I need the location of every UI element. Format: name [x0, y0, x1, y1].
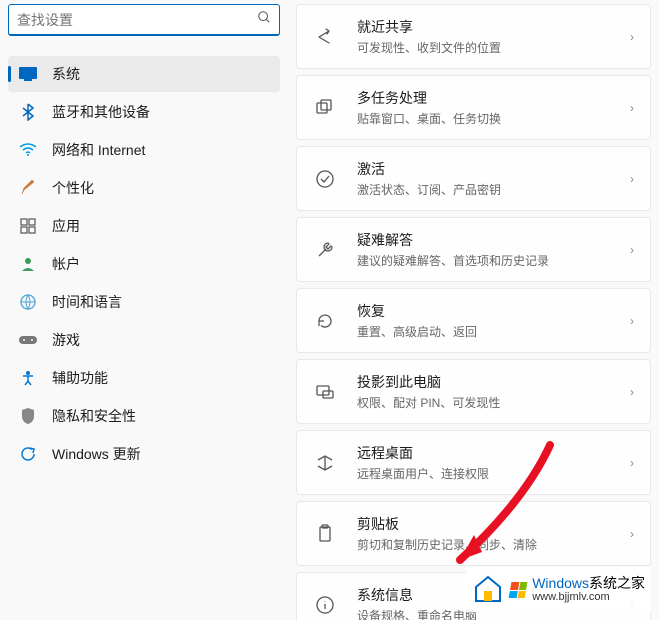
- sidebar-item-label: 游戏: [52, 330, 80, 350]
- setting-projecting[interactable]: 投影到此电脑 权限、配对 PIN、可发现性 ›: [296, 359, 651, 424]
- watermark-brand: Windows系统之家: [532, 576, 645, 591]
- accessibility-icon: [18, 370, 38, 386]
- account-icon: [18, 256, 38, 272]
- chevron-right-icon: ›: [630, 456, 634, 470]
- bluetooth-icon: [18, 103, 38, 121]
- setting-recovery[interactable]: 恢复 重置、高级启动、返回 ›: [296, 288, 651, 353]
- setting-remote-desktop[interactable]: 远程桌面 远程桌面用户、连接权限 ›: [296, 430, 651, 495]
- sidebar: 系统 蓝牙和其他设备 网络和 Internet 个性化 应用: [0, 0, 288, 620]
- setting-troubleshoot[interactable]: 疑难解答 建议的疑难解答、首选项和历史记录 ›: [296, 217, 651, 282]
- watermark: Windows系统之家 www.bjjmlv.com: [466, 567, 651, 612]
- gaming-icon: [18, 334, 38, 346]
- sidebar-item-label: 蓝牙和其他设备: [52, 102, 150, 122]
- sidebar-item-time-language[interactable]: 时间和语言: [8, 284, 280, 320]
- sidebar-item-label: 网络和 Internet: [52, 140, 145, 160]
- wrench-icon: [313, 240, 337, 260]
- setting-title: 多任务处理: [357, 88, 630, 108]
- wifi-icon: [18, 143, 38, 157]
- setting-desc: 剪切和复制历史记录、同步、清除: [357, 536, 630, 553]
- setting-desc: 远程桌面用户、连接权限: [357, 465, 630, 482]
- setting-title: 恢复: [357, 301, 630, 321]
- windows-logo-icon: [509, 582, 528, 598]
- setting-title: 激活: [357, 159, 630, 179]
- sidebar-item-accessibility[interactable]: 辅助功能: [8, 360, 280, 396]
- sidebar-item-label: 个性化: [52, 178, 94, 198]
- shield-icon: [18, 408, 38, 424]
- sidebar-item-label: 隐私和安全性: [52, 406, 136, 426]
- setting-multitasking[interactable]: 多任务处理 贴靠窗口、桌面、任务切换 ›: [296, 75, 651, 140]
- multitask-icon: [313, 98, 337, 118]
- system-icon: [18, 67, 38, 81]
- setting-title: 疑难解答: [357, 230, 630, 250]
- watermark-url: www.bjjmlv.com: [532, 591, 645, 603]
- clipboard-icon: [313, 524, 337, 544]
- setting-nearby-sharing[interactable]: 就近共享 可发现性、收到文件的位置 ›: [296, 4, 651, 69]
- update-icon: [18, 446, 38, 462]
- apps-icon: [18, 218, 38, 234]
- chevron-right-icon: ›: [630, 527, 634, 541]
- project-icon: [313, 382, 337, 402]
- sidebar-item-apps[interactable]: 应用: [8, 208, 280, 244]
- share-icon: [313, 27, 337, 47]
- sidebar-item-network[interactable]: 网络和 Internet: [8, 132, 280, 168]
- search-box[interactable]: [8, 4, 280, 36]
- sidebar-item-label: Windows 更新: [52, 444, 141, 464]
- setting-title: 远程桌面: [357, 443, 630, 463]
- setting-title: 剪贴板: [357, 514, 630, 534]
- setting-desc: 可发现性、收到文件的位置: [357, 39, 630, 56]
- sidebar-item-personalization[interactable]: 个性化: [8, 170, 280, 206]
- setting-desc: 激活状态、订阅、产品密钥: [357, 181, 630, 198]
- sidebar-item-label: 时间和语言: [52, 292, 122, 312]
- sidebar-item-accounts[interactable]: 帐户: [8, 246, 280, 282]
- sidebar-item-label: 应用: [52, 216, 80, 236]
- sidebar-item-gaming[interactable]: 游戏: [8, 322, 280, 358]
- setting-desc: 权限、配对 PIN、可发现性: [357, 394, 630, 411]
- sidebar-item-label: 系统: [52, 64, 80, 84]
- sidebar-item-windows-update[interactable]: Windows 更新: [8, 436, 280, 472]
- sidebar-item-label: 辅助功能: [52, 368, 108, 388]
- search-icon: [257, 10, 271, 29]
- sidebar-item-label: 帐户: [52, 254, 80, 274]
- chevron-right-icon: ›: [630, 101, 634, 115]
- search-input[interactable]: [17, 12, 257, 28]
- chevron-right-icon: ›: [630, 243, 634, 257]
- check-circle-icon: [313, 169, 337, 189]
- sidebar-item-bluetooth[interactable]: 蓝牙和其他设备: [8, 94, 280, 130]
- setting-title: 就近共享: [357, 17, 630, 37]
- globe-icon: [18, 294, 38, 310]
- setting-desc: 建议的疑难解答、首选项和历史记录: [357, 252, 630, 269]
- sidebar-item-privacy[interactable]: 隐私和安全性: [8, 398, 280, 434]
- chevron-right-icon: ›: [630, 30, 634, 44]
- sidebar-item-system[interactable]: 系统: [8, 56, 280, 92]
- setting-title: 投影到此电脑: [357, 372, 630, 392]
- setting-desc: 重置、高级启动、返回: [357, 323, 630, 340]
- setting-clipboard[interactable]: 剪贴板 剪切和复制历史记录、同步、清除 ›: [296, 501, 651, 566]
- remote-icon: [313, 453, 337, 473]
- chevron-right-icon: ›: [630, 314, 634, 328]
- recovery-icon: [313, 311, 337, 331]
- brush-icon: [18, 180, 38, 196]
- info-icon: [313, 595, 337, 615]
- house-icon: [472, 571, 504, 608]
- chevron-right-icon: ›: [630, 172, 634, 186]
- chevron-right-icon: ›: [630, 385, 634, 399]
- main-content: 就近共享 可发现性、收到文件的位置 › 多任务处理 贴靠窗口、桌面、任务切换 ›…: [288, 0, 659, 620]
- setting-desc: 贴靠窗口、桌面、任务切换: [357, 110, 630, 127]
- setting-activation[interactable]: 激活 激活状态、订阅、产品密钥 ›: [296, 146, 651, 211]
